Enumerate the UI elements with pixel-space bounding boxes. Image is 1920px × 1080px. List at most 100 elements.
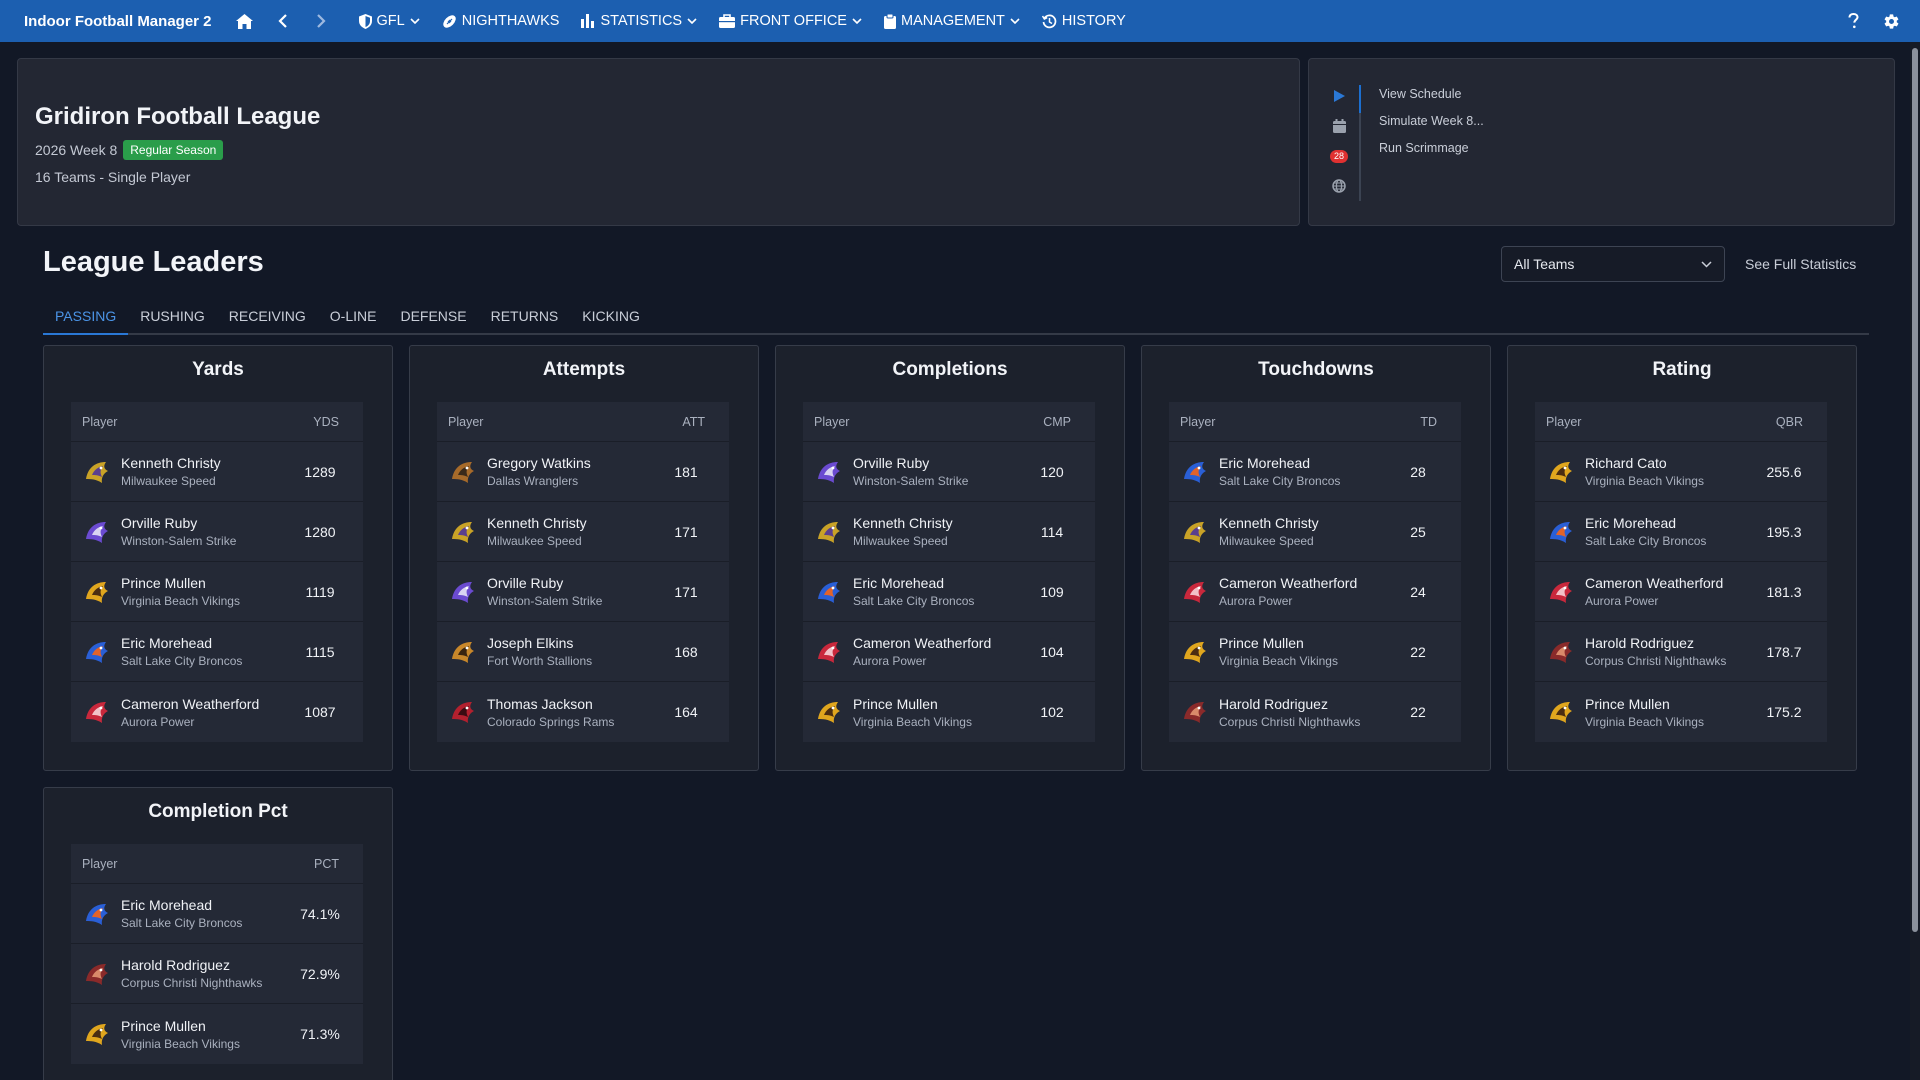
help-icon[interactable] bbox=[1848, 13, 1859, 29]
table-row[interactable]: Kenneth Christy Milwaukee Speed 1289 bbox=[71, 442, 363, 502]
player-name[interactable]: Thomas Jackson bbox=[487, 696, 659, 712]
player-name[interactable]: Eric Morehead bbox=[121, 635, 293, 651]
scrollbar-thumb[interactable] bbox=[1912, 48, 1918, 932]
table-row[interactable]: Prince Mullen Virginia Beach Vikings 175.2 bbox=[1535, 682, 1827, 742]
table-row[interactable]: Orville Ruby Winston-Salem Strike 120 bbox=[803, 442, 1095, 502]
player-team[interactable]: Virginia Beach Vikings bbox=[1585, 474, 1757, 488]
tab-passing[interactable]: PASSING bbox=[43, 300, 129, 335]
tab-o-line[interactable]: O-LINE bbox=[318, 300, 389, 335]
run-scrimmage-link[interactable]: Run Scrimmage bbox=[1379, 141, 1484, 155]
table-row[interactable]: Prince Mullen Virginia Beach Vikings 102 bbox=[803, 682, 1095, 742]
player-name[interactable]: Eric Morehead bbox=[121, 897, 293, 913]
table-row[interactable]: Thomas Jackson Colorado Springs Rams 164 bbox=[437, 682, 729, 742]
player-team[interactable]: Salt Lake City Broncos bbox=[1219, 474, 1391, 488]
player-team[interactable]: Salt Lake City Broncos bbox=[121, 654, 293, 668]
team-filter-select[interactable]: All Teams bbox=[1501, 246, 1725, 282]
player-name[interactable]: Kenneth Christy bbox=[487, 515, 659, 531]
player-name[interactable]: Harold Rodriguez bbox=[121, 957, 293, 973]
table-row[interactable]: Orville Ruby Winston-Salem Strike 171 bbox=[437, 562, 729, 622]
play-icon[interactable] bbox=[1329, 87, 1349, 105]
player-name[interactable]: Prince Mullen bbox=[1219, 635, 1391, 651]
table-row[interactable]: Harold Rodriguez Corpus Christi Nighthawk… bbox=[71, 944, 363, 1004]
gear-icon[interactable] bbox=[1883, 13, 1900, 30]
player-name[interactable]: Kenneth Christy bbox=[1219, 515, 1391, 531]
player-team[interactable]: Colorado Springs Rams bbox=[487, 715, 659, 729]
table-row[interactable]: Cameron Weatherford Aurora Power 181.3 bbox=[1535, 562, 1827, 622]
nav-gfl[interactable]: GFL bbox=[348, 0, 431, 42]
table-row[interactable]: Cameron Weatherford Aurora Power 104 bbox=[803, 622, 1095, 682]
player-name[interactable]: Kenneth Christy bbox=[121, 455, 293, 471]
player-team[interactable]: Milwaukee Speed bbox=[853, 534, 1025, 548]
player-team[interactable]: Corpus Christi Nighthawks bbox=[1585, 654, 1757, 668]
table-row[interactable]: Eric Morehead Salt Lake City Broncos 195.3 bbox=[1535, 502, 1827, 562]
player-team[interactable]: Aurora Power bbox=[853, 654, 1025, 668]
player-name[interactable]: Cameron Weatherford bbox=[1219, 575, 1391, 591]
player-team[interactable]: Aurora Power bbox=[1219, 594, 1391, 608]
table-row[interactable]: Prince Mullen Virginia Beach Vikings 71.3% bbox=[71, 1004, 363, 1064]
player-name[interactable]: Orville Ruby bbox=[487, 575, 659, 591]
player-team[interactable]: Aurora Power bbox=[121, 715, 293, 729]
tab-rushing[interactable]: RUSHING bbox=[128, 300, 217, 335]
nav-statistics[interactable]: STATISTICS bbox=[570, 0, 708, 42]
tab-returns[interactable]: RETURNS bbox=[479, 300, 571, 335]
player-team[interactable]: Aurora Power bbox=[1585, 594, 1757, 608]
player-name[interactable]: Eric Morehead bbox=[1219, 455, 1391, 471]
tab-kicking[interactable]: KICKING bbox=[570, 300, 652, 335]
table-row[interactable]: Richard Cato Virginia Beach Vikings 255.6 bbox=[1535, 442, 1827, 502]
player-name[interactable]: Prince Mullen bbox=[121, 575, 293, 591]
nav-history[interactable]: HISTORY bbox=[1031, 0, 1137, 42]
player-name[interactable]: Prince Mullen bbox=[121, 1018, 293, 1034]
player-team[interactable]: Salt Lake City Broncos bbox=[853, 594, 1025, 608]
player-team[interactable]: Corpus Christi Nighthawks bbox=[121, 976, 293, 990]
simulate-week-link[interactable]: Simulate Week 8... bbox=[1379, 114, 1484, 128]
player-name[interactable]: Eric Morehead bbox=[1585, 515, 1757, 531]
player-name[interactable]: Richard Cato bbox=[1585, 455, 1757, 471]
inbox-icon[interactable]: 28 bbox=[1329, 147, 1349, 165]
player-team[interactable]: Salt Lake City Broncos bbox=[1585, 534, 1757, 548]
table-row[interactable]: Eric Morehead Salt Lake City Broncos 28 bbox=[1169, 442, 1461, 502]
table-row[interactable]: Kenneth Christy Milwaukee Speed 25 bbox=[1169, 502, 1461, 562]
table-row[interactable]: Gregory Watkins Dallas Wranglers 181 bbox=[437, 442, 729, 502]
player-team[interactable]: Virginia Beach Vikings bbox=[853, 715, 1025, 729]
table-row[interactable]: Cameron Weatherford Aurora Power 1087 bbox=[71, 682, 363, 742]
player-team[interactable]: Virginia Beach Vikings bbox=[121, 594, 293, 608]
player-team[interactable]: Winston-Salem Strike bbox=[121, 534, 293, 548]
player-name[interactable]: Gregory Watkins bbox=[487, 455, 659, 471]
player-team[interactable]: Salt Lake City Broncos bbox=[121, 916, 293, 930]
player-team[interactable]: Corpus Christi Nighthawks bbox=[1219, 715, 1391, 729]
player-team[interactable]: Milwaukee Speed bbox=[487, 534, 659, 548]
player-name[interactable]: Harold Rodriguez bbox=[1585, 635, 1757, 651]
tab-defense[interactable]: DEFENSE bbox=[388, 300, 478, 335]
nav-management[interactable]: MANAGEMENT bbox=[873, 0, 1031, 42]
player-name[interactable]: Eric Morehead bbox=[853, 575, 1025, 591]
table-row[interactable]: Eric Morehead Salt Lake City Broncos 109 bbox=[803, 562, 1095, 622]
player-name[interactable]: Joseph Elkins bbox=[487, 635, 659, 651]
table-row[interactable]: Orville Ruby Winston-Salem Strike 1280 bbox=[71, 502, 363, 562]
table-row[interactable]: Eric Morehead Salt Lake City Broncos 74.1% bbox=[71, 884, 363, 944]
table-row[interactable]: Cameron Weatherford Aurora Power 24 bbox=[1169, 562, 1461, 622]
player-name[interactable]: Cameron Weatherford bbox=[1585, 575, 1757, 591]
globe-icon[interactable] bbox=[1329, 177, 1349, 195]
nav-nighthawks[interactable]: NIGHTHAWKS bbox=[431, 0, 571, 42]
view-schedule-link[interactable]: View Schedule bbox=[1379, 87, 1484, 101]
table-row[interactable]: Prince Mullen Virginia Beach Vikings 1119 bbox=[71, 562, 363, 622]
player-team[interactable]: Winston-Salem Strike bbox=[853, 474, 1025, 488]
player-team[interactable]: Milwaukee Speed bbox=[1219, 534, 1391, 548]
player-name[interactable]: Kenneth Christy bbox=[853, 515, 1025, 531]
back-button[interactable] bbox=[264, 0, 302, 42]
table-row[interactable]: Prince Mullen Virginia Beach Vikings 22 bbox=[1169, 622, 1461, 682]
player-name[interactable]: Orville Ruby bbox=[853, 455, 1025, 471]
table-row[interactable]: Kenneth Christy Milwaukee Speed 171 bbox=[437, 502, 729, 562]
player-team[interactable]: Virginia Beach Vikings bbox=[1585, 715, 1757, 729]
player-name[interactable]: Prince Mullen bbox=[853, 696, 1025, 712]
calendar-icon[interactable] bbox=[1329, 117, 1349, 135]
player-team[interactable]: Milwaukee Speed bbox=[121, 474, 293, 488]
table-row[interactable]: Harold Rodriguez Corpus Christi Nighthawk… bbox=[1535, 622, 1827, 682]
player-name[interactable]: Prince Mullen bbox=[1585, 696, 1757, 712]
table-row[interactable]: Kenneth Christy Milwaukee Speed 114 bbox=[803, 502, 1095, 562]
see-full-statistics-link[interactable]: See Full Statistics bbox=[1745, 256, 1856, 272]
player-name[interactable]: Orville Ruby bbox=[121, 515, 293, 531]
player-team[interactable]: Fort Worth Stallions bbox=[487, 654, 659, 668]
home-button[interactable] bbox=[226, 0, 264, 42]
tab-receiving[interactable]: RECEIVING bbox=[217, 300, 318, 335]
